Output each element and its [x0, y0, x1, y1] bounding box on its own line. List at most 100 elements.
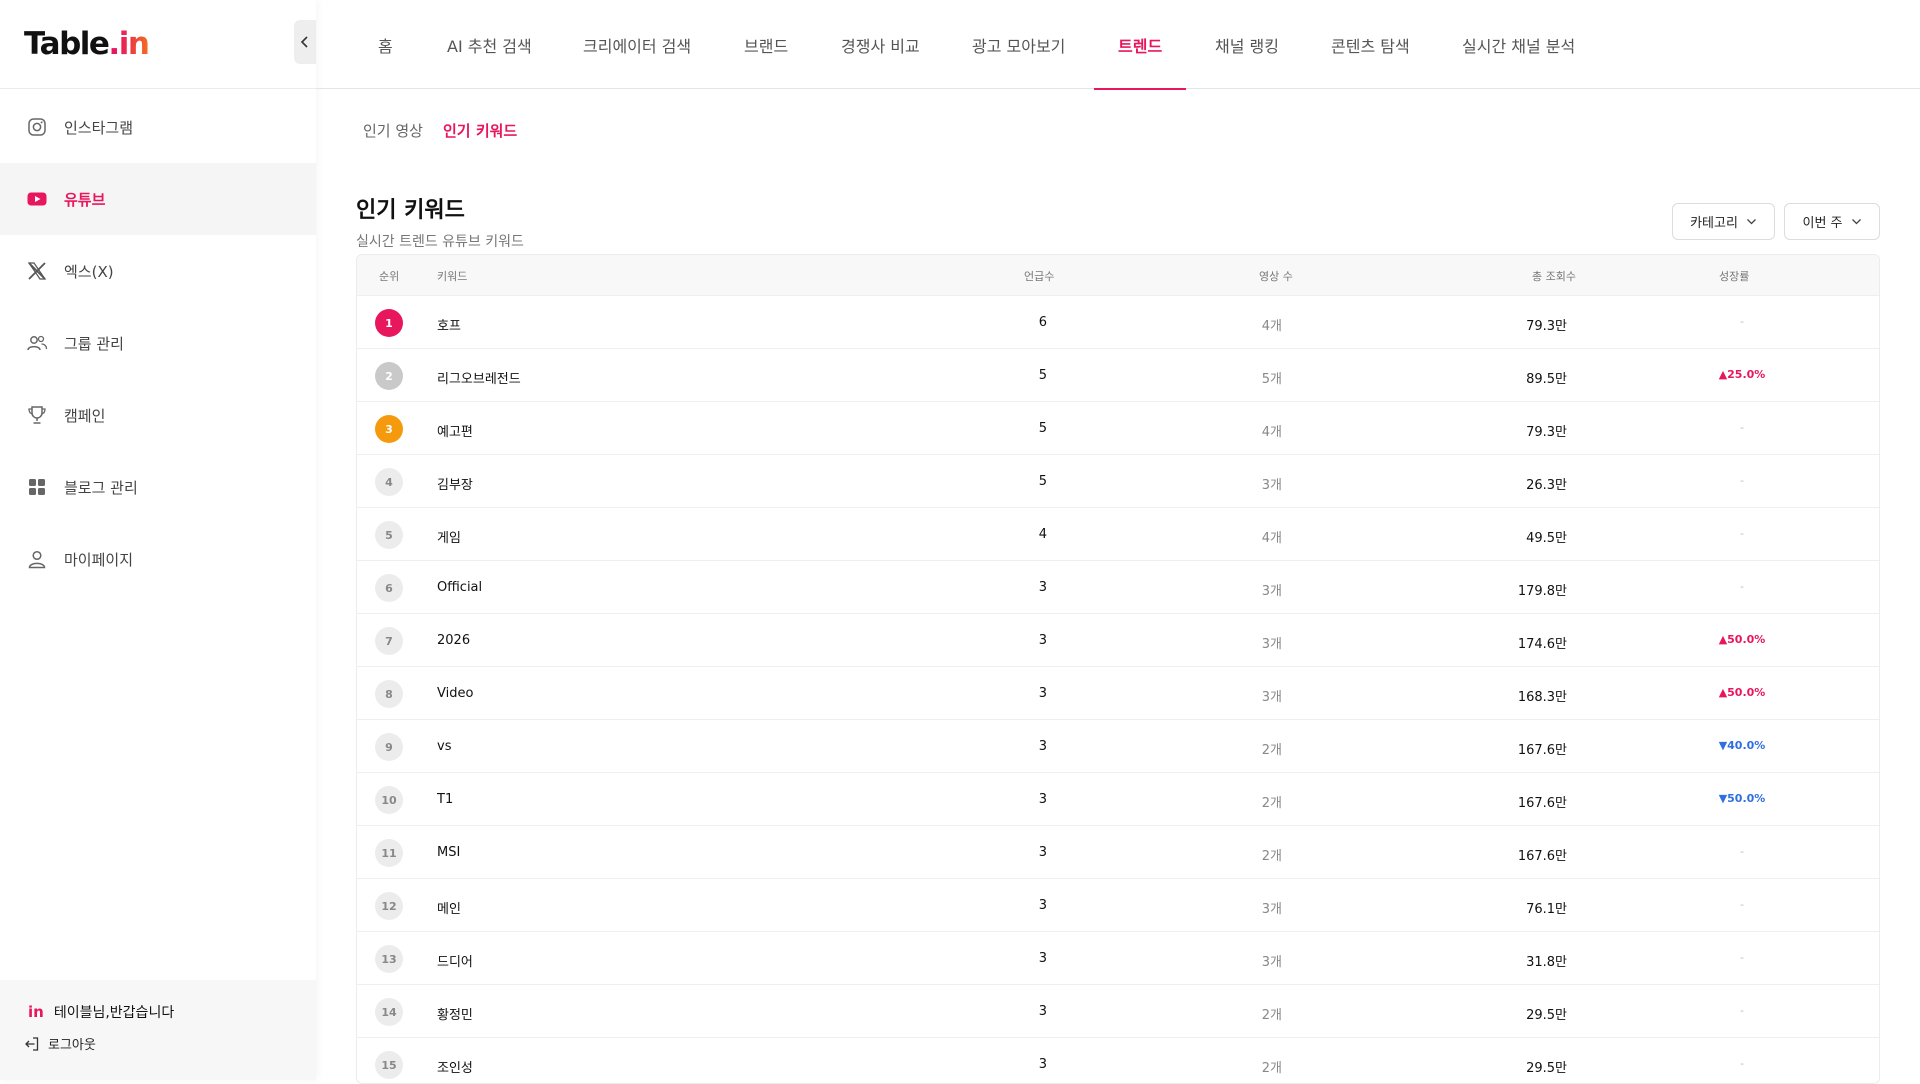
- chevron-left-icon: [300, 36, 308, 48]
- tab-ads[interactable]: 광고 모아보기: [972, 0, 1065, 89]
- views-cell: 79.3만: [1526, 425, 1567, 440]
- table-row[interactable]: 13 드디어 3 3개 31.8만 -: [357, 931, 1879, 984]
- views-cell: 167.6만: [1517, 849, 1567, 864]
- subtab-popular-videos[interactable]: 인기 영상: [363, 120, 423, 141]
- sidebar-item-x[interactable]: 엑스(X): [0, 235, 316, 307]
- header-views[interactable]: 총 조회수: [1532, 268, 1576, 284]
- videos-cell: 3개: [1261, 902, 1282, 917]
- keyword-cell[interactable]: 예고편: [437, 421, 473, 440]
- views-cell: 167.6만: [1517, 796, 1567, 811]
- keyword-cell[interactable]: 황정민: [437, 1004, 473, 1023]
- mentions-cell: 6: [1038, 315, 1047, 330]
- rank-badge: 5: [375, 521, 403, 549]
- logo[interactable]: Table.in: [24, 26, 150, 62]
- table-row[interactable]: 4 김부장 5 3개 26.3만 -: [357, 454, 1879, 507]
- table-row[interactable]: 2 리그오브레전드 5 5개 89.5만 ▲25.0%: [357, 348, 1879, 401]
- growth-cell: -: [1740, 421, 1744, 434]
- keyword-cell[interactable]: T1: [437, 792, 453, 807]
- keyword-cell[interactable]: MSI: [437, 845, 460, 860]
- rank-badge: 7: [375, 627, 403, 655]
- keyword-cell[interactable]: 호프: [437, 315, 461, 334]
- keyword-cell[interactable]: Official: [437, 580, 482, 595]
- header-rank[interactable]: 순위: [379, 268, 399, 284]
- videos-cell: 4개: [1261, 531, 1282, 546]
- period-dropdown[interactable]: 이번 주: [1784, 203, 1880, 240]
- views-cell: 49.5만: [1526, 531, 1567, 546]
- sidebar-item-blog[interactable]: 블로그 관리: [0, 451, 316, 523]
- views-cell: 76.1만: [1526, 902, 1567, 917]
- views-cell: 179.8만: [1517, 584, 1567, 599]
- category-dropdown[interactable]: 카테고리: [1672, 203, 1775, 240]
- tab-competitor[interactable]: 경쟁사 비교: [841, 0, 920, 89]
- tab-realtime-analysis[interactable]: 실시간 채널 분석: [1462, 0, 1575, 89]
- keyword-cell[interactable]: vs: [437, 739, 451, 754]
- keyword-cell[interactable]: Video: [437, 686, 473, 701]
- header-mentions[interactable]: 언급수: [1024, 268, 1054, 284]
- keyword-cell[interactable]: 드디어: [437, 951, 473, 970]
- tab-channel-ranking[interactable]: 채널 랭킹: [1215, 0, 1279, 89]
- table-row[interactable]: 7 2026 3 3개 174.6만 ▲50.0%: [357, 613, 1879, 666]
- rank-badge: 13: [375, 945, 403, 973]
- table-row[interactable]: 1 호프 6 4개 79.3만 -: [357, 295, 1879, 348]
- grid-icon: [26, 476, 48, 498]
- page-subtitle: 실시간 트렌드 유튜브 키워드: [356, 234, 524, 250]
- table-row[interactable]: 15 조인성 3 2개 29.5만 -: [357, 1037, 1879, 1083]
- sidebar-item-instagram[interactable]: 인스타그램: [0, 91, 316, 163]
- views-cell: 26.3만: [1526, 478, 1567, 493]
- tab-creator-search[interactable]: 크리에이터 검색: [583, 0, 691, 89]
- sidebar-item-group[interactable]: 그룹 관리: [0, 307, 316, 379]
- table-row[interactable]: 8 Video 3 3개 168.3만 ▲50.0%: [357, 666, 1879, 719]
- keyword-cell[interactable]: 조인성: [437, 1057, 473, 1076]
- mentions-cell: 5: [1038, 421, 1047, 436]
- page-title: 인기 키워드: [356, 198, 465, 223]
- keyword-cell[interactable]: 게임: [437, 527, 461, 546]
- table-row[interactable]: 12 메인 3 3개 76.1만 -: [357, 878, 1879, 931]
- table-row[interactable]: 3 예고편 5 4개 79.3만 -: [357, 401, 1879, 454]
- views-cell: 79.3만: [1526, 319, 1567, 334]
- growth-cell: ▼40.0%: [1718, 739, 1766, 752]
- table-row[interactable]: 11 MSI 3 2개 167.6만 -: [357, 825, 1879, 878]
- table-row[interactable]: 10 T1 3 2개 167.6만 ▼50.0%: [357, 772, 1879, 825]
- header-keyword[interactable]: 키워드: [437, 268, 467, 284]
- keyword-cell[interactable]: 리그오브레전드: [437, 368, 521, 387]
- sidebar-collapse-button[interactable]: [294, 20, 316, 64]
- growth-cell: -: [1740, 845, 1744, 858]
- table-row[interactable]: 14 황정민 3 2개 29.5만 -: [357, 984, 1879, 1037]
- keyword-cell[interactable]: 김부장: [437, 474, 473, 493]
- growth-cell: -: [1740, 315, 1744, 328]
- sidebar-item-youtube[interactable]: 유튜브: [0, 163, 316, 235]
- keyword-cell[interactable]: 2026: [437, 633, 470, 648]
- mentions-cell: 3: [1038, 580, 1047, 595]
- sidebar-item-campaign[interactable]: 캠페인: [0, 379, 316, 451]
- growth-cell: -: [1740, 474, 1744, 487]
- sidebar-item-mypage[interactable]: 마이페이지: [0, 523, 316, 595]
- header-videos[interactable]: 영상 수: [1259, 268, 1293, 284]
- tab-trend[interactable]: 트렌드: [1093, 0, 1187, 90]
- tab-brand[interactable]: 브랜드: [744, 0, 788, 89]
- sidebar-nav: 인스타그램 유튜브 엑스(X) 그룹 관리 캠페인 블로그 관리 마이페이지: [0, 89, 316, 595]
- chevron-down-icon: [1851, 219, 1861, 225]
- youtube-icon: [26, 188, 48, 210]
- tab-content-explore[interactable]: 콘텐츠 탐색: [1331, 0, 1410, 89]
- table-row[interactable]: 6 Official 3 3개 179.8만 -: [357, 560, 1879, 613]
- rank-badge: 4: [375, 468, 403, 496]
- logout-button[interactable]: 로그아웃: [24, 1034, 316, 1053]
- rank-badge: 14: [375, 998, 403, 1026]
- videos-cell: 3개: [1261, 955, 1282, 970]
- sidebar-item-label: 캠페인: [64, 406, 106, 425]
- table-row[interactable]: 9 vs 3 2개 167.6만 ▼40.0%: [357, 719, 1879, 772]
- rank-badge: 10: [375, 786, 403, 814]
- videos-cell: 2개: [1261, 743, 1282, 758]
- rank-badge: 1: [375, 309, 403, 337]
- growth-cell: -: [1740, 1004, 1744, 1017]
- table-row[interactable]: 5 게임 4 4개 49.5만 -: [357, 507, 1879, 560]
- subtab-popular-keywords[interactable]: 인기 키워드: [443, 120, 517, 141]
- keyword-cell[interactable]: 메인: [437, 898, 461, 917]
- tab-ai-search[interactable]: AI 추천 검색: [447, 0, 532, 89]
- growth-cell: ▲25.0%: [1718, 368, 1766, 381]
- user-greeting: in 테이블님,반갑습니다: [28, 1002, 316, 1022]
- header-growth[interactable]: 성장률: [1719, 268, 1749, 284]
- tab-home[interactable]: 홈: [378, 0, 393, 89]
- mentions-cell: 5: [1038, 474, 1047, 489]
- sidebar-item-label: 블로그 관리: [64, 478, 138, 497]
